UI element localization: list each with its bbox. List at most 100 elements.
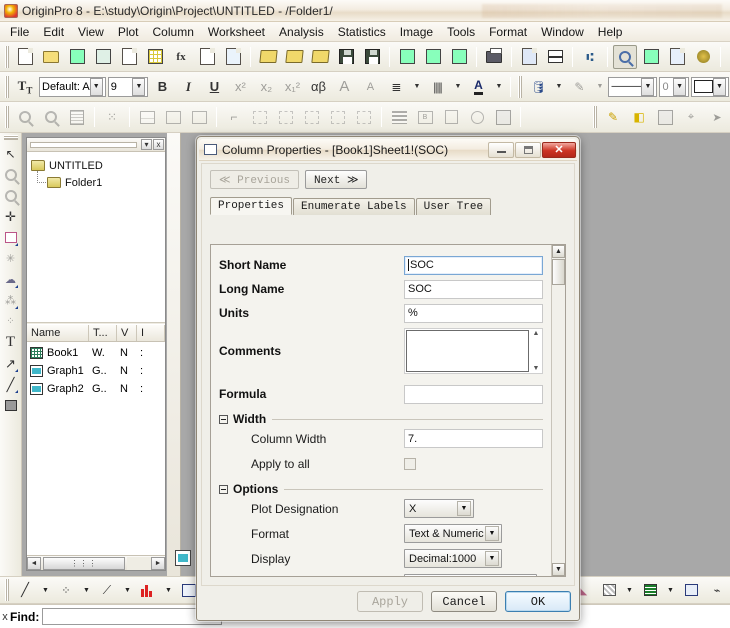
column-width-input[interactable]: 7.	[404, 429, 543, 448]
cancel-button[interactable]: Cancel	[431, 591, 497, 612]
font-color-button[interactable]: A	[466, 75, 490, 99]
annotate-button[interactable]: ✎	[601, 105, 625, 129]
tree-node-folder1[interactable]: Folder1	[31, 171, 161, 191]
import-multiple-ascii-button[interactable]	[447, 45, 471, 69]
data-selector-tool-button[interactable]	[1, 227, 20, 248]
close-button[interactable]: ✕	[542, 141, 576, 158]
zoom-in-tool-button[interactable]	[1, 164, 20, 185]
increase-font-button[interactable]: A	[332, 75, 356, 99]
highlight-button[interactable]: ◧	[627, 105, 651, 129]
menu-analysis[interactable]: Analysis	[272, 23, 331, 41]
line-color-dropdown[interactable]: ▼	[593, 75, 606, 99]
axis-bl-button[interactable]: ⌐	[222, 105, 246, 129]
bold-button[interactable]: B	[150, 75, 174, 99]
layer-contents-button[interactable]	[543, 45, 567, 69]
line-tool-button[interactable]: ╱	[1, 374, 20, 395]
collapse-minus-icon[interactable]	[219, 414, 228, 424]
comments-scrollbar[interactable]: ▲ ▼	[530, 329, 542, 373]
project-explorer-close-button[interactable]: x	[153, 139, 164, 150]
line-style-combo[interactable]: ——— ▼	[608, 76, 658, 97]
format-toolbar-grip-2[interactable]	[518, 75, 523, 98]
vscroll-up-button[interactable]: ▲	[552, 245, 565, 258]
supersub-button[interactable]: x₁²	[280, 75, 304, 99]
toolbar-grip[interactable]	[5, 45, 9, 68]
column-plot-dropdown[interactable]: ▼	[162, 578, 175, 602]
plot-toolbar-grip[interactable]	[5, 579, 9, 601]
import-single-ascii-button[interactable]	[421, 45, 445, 69]
greek-button[interactable]: αβ	[306, 75, 330, 99]
font-color-dropdown[interactable]: ▼	[492, 75, 505, 99]
menu-plot[interactable]: Plot	[111, 23, 146, 41]
new-layout-button[interactable]	[195, 45, 219, 69]
menu-help[interactable]: Help	[591, 23, 630, 41]
code-builder-button[interactable]	[691, 45, 715, 69]
hierarchy-button[interactable]: ⑆	[578, 45, 602, 69]
next-button[interactable]: Next ≫	[304, 170, 368, 189]
new-folder-button[interactable]	[39, 45, 63, 69]
menu-edit[interactable]: Edit	[36, 23, 71, 41]
new-excel-button[interactable]	[91, 45, 115, 69]
ok-button[interactable]: OK	[505, 591, 571, 612]
column-header-v[interactable]: V	[117, 325, 137, 341]
column-header-i[interactable]: I	[137, 325, 165, 341]
clock-button[interactable]	[465, 105, 489, 129]
open-template-button[interactable]	[282, 45, 306, 69]
project-explorer-hscrollbar[interactable]: ◄ ⋮⋮⋮ ►	[27, 555, 165, 570]
edit-mode-button[interactable]	[517, 45, 541, 69]
scatter-plot-button[interactable]: ⁘	[54, 578, 78, 602]
open-excel-button[interactable]	[308, 45, 332, 69]
fill-color-dropdown[interactable]: ▼	[552, 75, 565, 99]
image-plot-button[interactable]	[597, 578, 621, 602]
abc-button[interactable]: B	[413, 105, 437, 129]
long-name-input[interactable]: SOC	[404, 279, 543, 299]
menu-statistics[interactable]: Statistics	[331, 23, 393, 41]
width-group-header[interactable]: Width	[219, 412, 543, 426]
data-reader-tool-button[interactable]: ✳	[1, 248, 20, 269]
new-notes-button[interactable]	[221, 45, 245, 69]
zoom-in-button[interactable]	[39, 105, 63, 129]
project-explorer-button[interactable]	[613, 44, 637, 69]
formula-input[interactable]	[404, 384, 543, 404]
add-column-button[interactable]	[726, 45, 730, 69]
menu-format[interactable]: Format	[482, 23, 534, 41]
chevron-down-icon-9[interactable]: ▼	[673, 77, 687, 96]
menu-view[interactable]: View	[71, 23, 111, 41]
arrow-tool-button[interactable]: ↗	[1, 353, 20, 374]
layout-2-button[interactable]	[161, 105, 185, 129]
column-header-name[interactable]: Name	[27, 325, 89, 341]
pin-button[interactable]: ⌖	[679, 105, 703, 129]
display-select[interactable]: Decimal:1000 ▼	[404, 549, 502, 568]
chevron-down-icon-d3[interactable]: ▼	[485, 551, 499, 566]
comments-textarea[interactable]	[406, 330, 529, 372]
tab-enumerate-labels[interactable]: Enumerate Labels	[293, 198, 415, 215]
new-function-plot-button[interactable]: fx	[169, 45, 193, 69]
minimize-button[interactable]	[488, 141, 514, 158]
decrease-font-button[interactable]: A	[358, 75, 382, 99]
columns-button[interactable]: ||||	[425, 75, 449, 99]
previous-button[interactable]: ≪ Previous	[210, 170, 299, 189]
workspace-window-tab-icon[interactable]	[175, 550, 191, 566]
subscript-button[interactable]: x₂	[254, 75, 278, 99]
font-name-combo[interactable]: Default: A ▼	[39, 76, 106, 97]
menu-worksheet[interactable]: Worksheet	[201, 23, 272, 41]
text-lines-button[interactable]	[387, 105, 411, 129]
hscroll-thumb[interactable]: ⋮⋮⋮	[43, 556, 125, 570]
hscroll-track[interactable]	[127, 556, 151, 570]
open-project-button[interactable]	[256, 45, 280, 69]
layout-4-button[interactable]	[187, 105, 211, 129]
comments-field[interactable]: ▲ ▼	[404, 328, 543, 374]
pointer-tool-button[interactable]: ↖	[1, 143, 20, 164]
special-plot-button[interactable]: ⌁	[705, 578, 729, 602]
plot-designation-select[interactable]: X ▼	[404, 499, 474, 518]
stat-plot-button[interactable]	[679, 578, 703, 602]
scroll-down-icon[interactable]: ▼	[533, 365, 540, 372]
rectangle-tool-button[interactable]	[1, 395, 20, 416]
import-wizard-button[interactable]	[395, 45, 419, 69]
columns-dropdown[interactable]: ▼	[451, 75, 464, 99]
graph-toolbar-grip-2[interactable]	[593, 106, 597, 128]
chevron-down-icon-10[interactable]: ▼	[713, 77, 726, 96]
print-button[interactable]	[482, 45, 506, 69]
column-header-type[interactable]: T...	[89, 325, 117, 341]
format-toolbar-grip[interactable]	[5, 75, 9, 98]
line-width-combo[interactable]: 0 ▼	[659, 76, 690, 97]
